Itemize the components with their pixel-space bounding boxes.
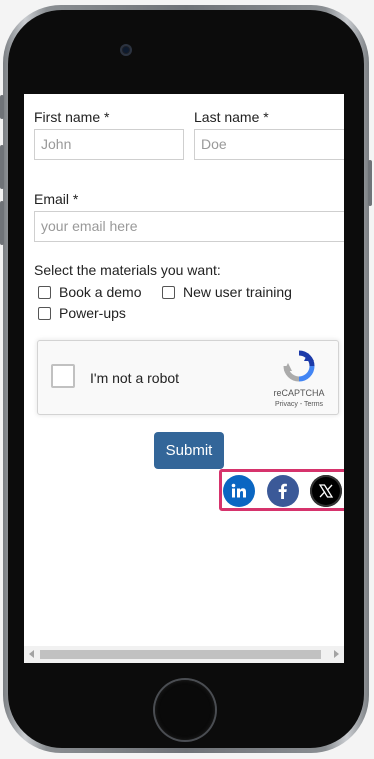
checkbox-book-demo[interactable]: Book a demo	[38, 284, 142, 300]
last-name-label: Last name *	[194, 109, 269, 125]
recaptcha-widget: I'm not a robot reCAPTCHA Privacy - Term…	[37, 340, 339, 415]
facebook-icon[interactable]	[267, 475, 299, 507]
recaptcha-logo-icon	[283, 350, 315, 382]
checkbox-new-user-training[interactable]: New user training	[162, 284, 292, 300]
recaptcha-privacy-terms-link[interactable]: Privacy - Terms	[258, 401, 340, 408]
linkedin-icon[interactable]	[223, 475, 255, 507]
recaptcha-label: I'm not a robot	[90, 370, 180, 386]
first-name-input[interactable]: John	[34, 129, 184, 160]
checkbox-label: Power-ups	[59, 305, 126, 321]
recaptcha-checkbox[interactable]	[51, 364, 75, 388]
facebook-glyph	[278, 483, 287, 499]
front-camera-icon	[120, 44, 132, 56]
x-icon[interactable]	[310, 475, 342, 507]
phone-screen: First name * John Last name * Doe Email …	[24, 94, 344, 663]
materials-label: Select the materials you want:	[34, 262, 221, 278]
submit-button[interactable]: Submit	[154, 432, 224, 469]
email-label: Email *	[34, 191, 79, 207]
checkbox-power-ups[interactable]: Power-ups	[38, 305, 126, 321]
scroll-left-arrow-icon[interactable]	[29, 650, 34, 658]
checkbox-label: Book a demo	[59, 284, 142, 300]
scroll-right-arrow-icon[interactable]	[334, 650, 339, 658]
x-glyph	[318, 484, 334, 498]
checkbox-label: New user training	[183, 284, 292, 300]
checkbox-icon[interactable]	[38, 285, 51, 299]
first-name-label: First name *	[34, 109, 110, 125]
scrollbar-thumb[interactable]	[40, 650, 321, 659]
checkbox-icon[interactable]	[38, 306, 51, 320]
home-button[interactable]	[155, 680, 215, 740]
linkedin-glyph	[231, 483, 246, 498]
email-input[interactable]: your email here	[34, 211, 344, 242]
volume-down-button	[0, 201, 4, 245]
checkbox-icon[interactable]	[162, 285, 175, 299]
power-button	[368, 160, 372, 206]
volume-up-button	[0, 145, 4, 189]
mute-switch	[0, 95, 4, 119]
last-name-input[interactable]: Doe	[194, 129, 344, 160]
recaptcha-brand: reCAPTCHA	[273, 388, 325, 398]
horizontal-scrollbar[interactable]	[24, 646, 344, 663]
